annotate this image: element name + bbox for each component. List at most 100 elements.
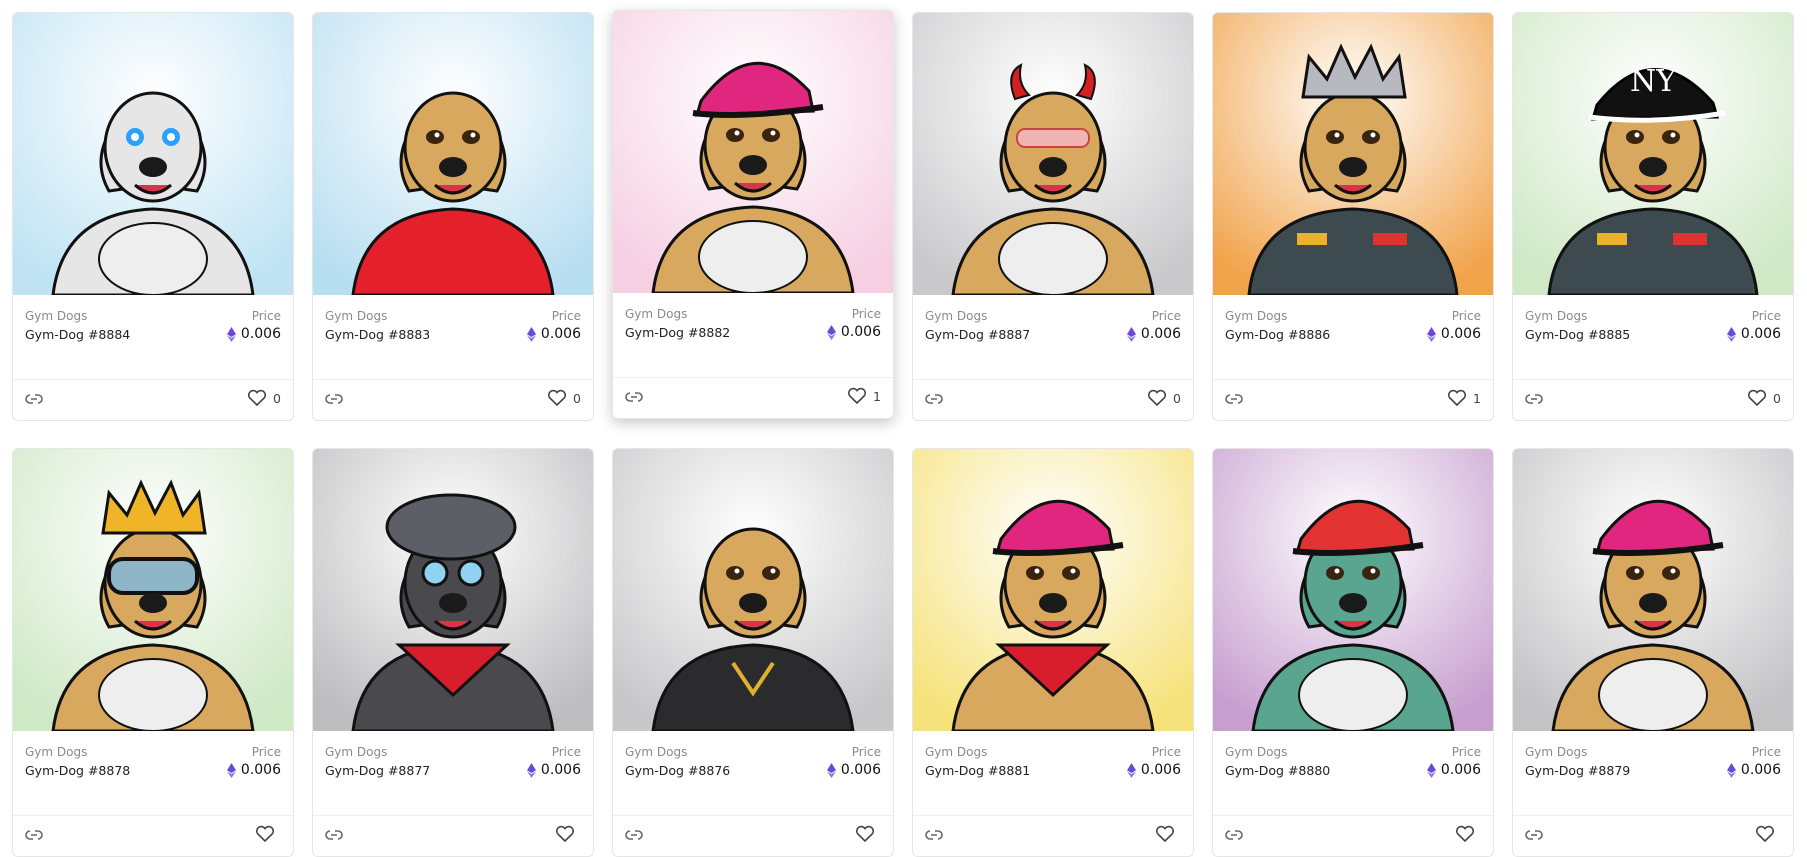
price-amount: 0.006 [1740,326,1781,342]
price-amount: 0.006 [240,762,281,778]
nft-name[interactable]: Gym-Dog #8887 [925,327,1030,342]
link-icon[interactable] [925,828,943,842]
card-info: Gym Dogs Gym-Dog #8879 Price 0.006 [1513,731,1793,816]
heart-icon [855,825,875,843]
nft-name[interactable]: Gym-Dog #8882 [625,325,730,340]
card-footer: 1 [1213,380,1493,420]
heart-icon [1455,825,1475,843]
like-count: 1 [873,388,881,404]
collection-name[interactable]: Gym Dogs [1525,309,1587,323]
nft-image[interactable] [913,13,1193,295]
link-icon[interactable] [325,828,343,842]
like-button[interactable]: 1 [1447,389,1481,407]
nft-image[interactable] [313,449,593,731]
like-button[interactable]: 0 [1747,389,1781,407]
ethereum-icon [1126,762,1136,778]
nft-image[interactable] [613,449,893,731]
like-button[interactable]: 0 [547,389,581,407]
card-footer: 0 [913,380,1193,420]
heart-icon [255,825,275,843]
nft-name[interactable]: Gym-Dog #8885 [1525,327,1630,342]
svg-text:NY: NY [1630,64,1677,99]
collection-name[interactable]: Gym Dogs [25,309,87,323]
nft-card[interactable]: Gym Dogs Gym-Dog #8877 Price 0.006 [312,448,594,857]
card-info: Gym Dogs Gym-Dog #8884 Price 0.006 [13,295,293,380]
nft-card[interactable]: Gym Dogs Gym-Dog #8879 Price 0.006 [1512,448,1794,857]
collection-name[interactable]: Gym Dogs [1525,745,1587,759]
like-button[interactable]: 0 [247,389,281,407]
nft-name[interactable]: Gym-Dog #8884 [25,327,130,342]
like-button[interactable] [1155,825,1181,843]
collection-name[interactable]: Gym Dogs [1225,745,1287,759]
nft-image[interactable] [313,13,593,295]
price-amount: 0.006 [1440,326,1481,342]
like-button[interactable] [855,825,881,843]
nft-name[interactable]: Gym-Dog #8883 [325,327,430,342]
link-icon[interactable] [1225,392,1243,406]
nft-image[interactable] [13,449,293,731]
heart-icon [1448,389,1467,407]
nft-image[interactable]: NY [1513,13,1793,295]
collection-name[interactable]: Gym Dogs [325,745,387,759]
price-label: Price [1451,745,1481,759]
collection-name[interactable]: Gym Dogs [25,745,87,759]
card-info: Gym Dogs Gym-Dog #8880 Price 0.006 [1213,731,1493,816]
link-icon[interactable] [625,828,643,842]
link-icon[interactable] [25,392,43,406]
price-amount: 0.006 [1440,762,1481,778]
like-button[interactable] [555,825,581,843]
price-value: 0.006 [526,326,581,342]
link-icon[interactable] [25,828,43,842]
price-label: Price [251,745,281,759]
link-icon[interactable] [925,392,943,406]
nft-image[interactable] [913,449,1193,731]
nft-card[interactable]: Gym Dogs Gym-Dog #8876 Price 0.006 [612,448,894,857]
like-button[interactable] [1755,825,1781,843]
collection-name[interactable]: Gym Dogs [1225,309,1287,323]
card-info: Gym Dogs Gym-Dog #8881 Price 0.006 [913,731,1193,816]
nft-name[interactable]: Gym-Dog #8878 [25,763,130,778]
nft-card[interactable]: Gym Dogs Gym-Dog #8881 Price 0.006 [912,448,1194,857]
card-info: Gym Dogs Gym-Dog #8885 Price 0.006 [1513,295,1793,380]
nft-card-grid: Gym Dogs Gym-Dog #8884 Price 0.006 0 Gym Dogs… [0,0,1807,857]
nft-name[interactable]: Gym-Dog #8879 [1525,763,1630,778]
nft-card[interactable]: Gym Dogs Gym-Dog #8880 Price 0.006 [1212,448,1494,857]
link-icon[interactable] [625,390,643,404]
ethereum-icon [826,324,836,340]
nft-image[interactable] [613,11,893,293]
collection-name[interactable]: Gym Dogs [925,309,987,323]
link-icon[interactable] [1525,392,1543,406]
nft-image[interactable] [1213,13,1493,295]
price-amount: 0.006 [1740,762,1781,778]
nft-card[interactable]: Gym Dogs Gym-Dog #8884 Price 0.006 0 [12,12,294,421]
nft-card[interactable]: Gym Dogs Gym-Dog #8886 Price 0.006 1 [1212,12,1494,421]
nft-card[interactable]: Gym Dogs Gym-Dog #8878 Price 0.006 [12,448,294,857]
like-button[interactable] [255,825,281,843]
nft-image[interactable] [1513,449,1793,731]
nft-name[interactable]: Gym-Dog #8886 [1225,327,1330,342]
like-button[interactable]: 0 [1147,389,1181,407]
price-label: Price [1151,309,1181,323]
nft-name[interactable]: Gym-Dog #8877 [325,763,430,778]
card-info: Gym Dogs Gym-Dog #8878 Price 0.006 [13,731,293,816]
collection-name[interactable]: Gym Dogs [925,745,987,759]
nft-name[interactable]: Gym-Dog #8876 [625,763,730,778]
nft-card[interactable]: NY Gym Dogs Gym-Dog #8885 Price 0.006 0 [1512,12,1794,421]
ethereum-icon [1426,326,1436,342]
card-footer [913,816,1193,856]
nft-name[interactable]: Gym-Dog #8881 [925,763,1030,778]
collection-name[interactable]: Gym Dogs [625,745,687,759]
nft-image[interactable] [1213,449,1493,731]
nft-card[interactable]: Gym Dogs Gym-Dog #8882 Price 0.006 1 [612,10,894,419]
link-icon[interactable] [325,392,343,406]
collection-name[interactable]: Gym Dogs [625,307,687,321]
nft-name[interactable]: Gym-Dog #8880 [1225,763,1330,778]
collection-name[interactable]: Gym Dogs [325,309,387,323]
like-button[interactable]: 1 [847,387,881,405]
nft-card[interactable]: Gym Dogs Gym-Dog #8883 Price 0.006 0 [312,12,594,421]
link-icon[interactable] [1225,828,1243,842]
nft-card[interactable]: Gym Dogs Gym-Dog #8887 Price 0.006 0 [912,12,1194,421]
link-icon[interactable] [1525,828,1543,842]
nft-image[interactable] [13,13,293,295]
like-button[interactable] [1455,825,1481,843]
